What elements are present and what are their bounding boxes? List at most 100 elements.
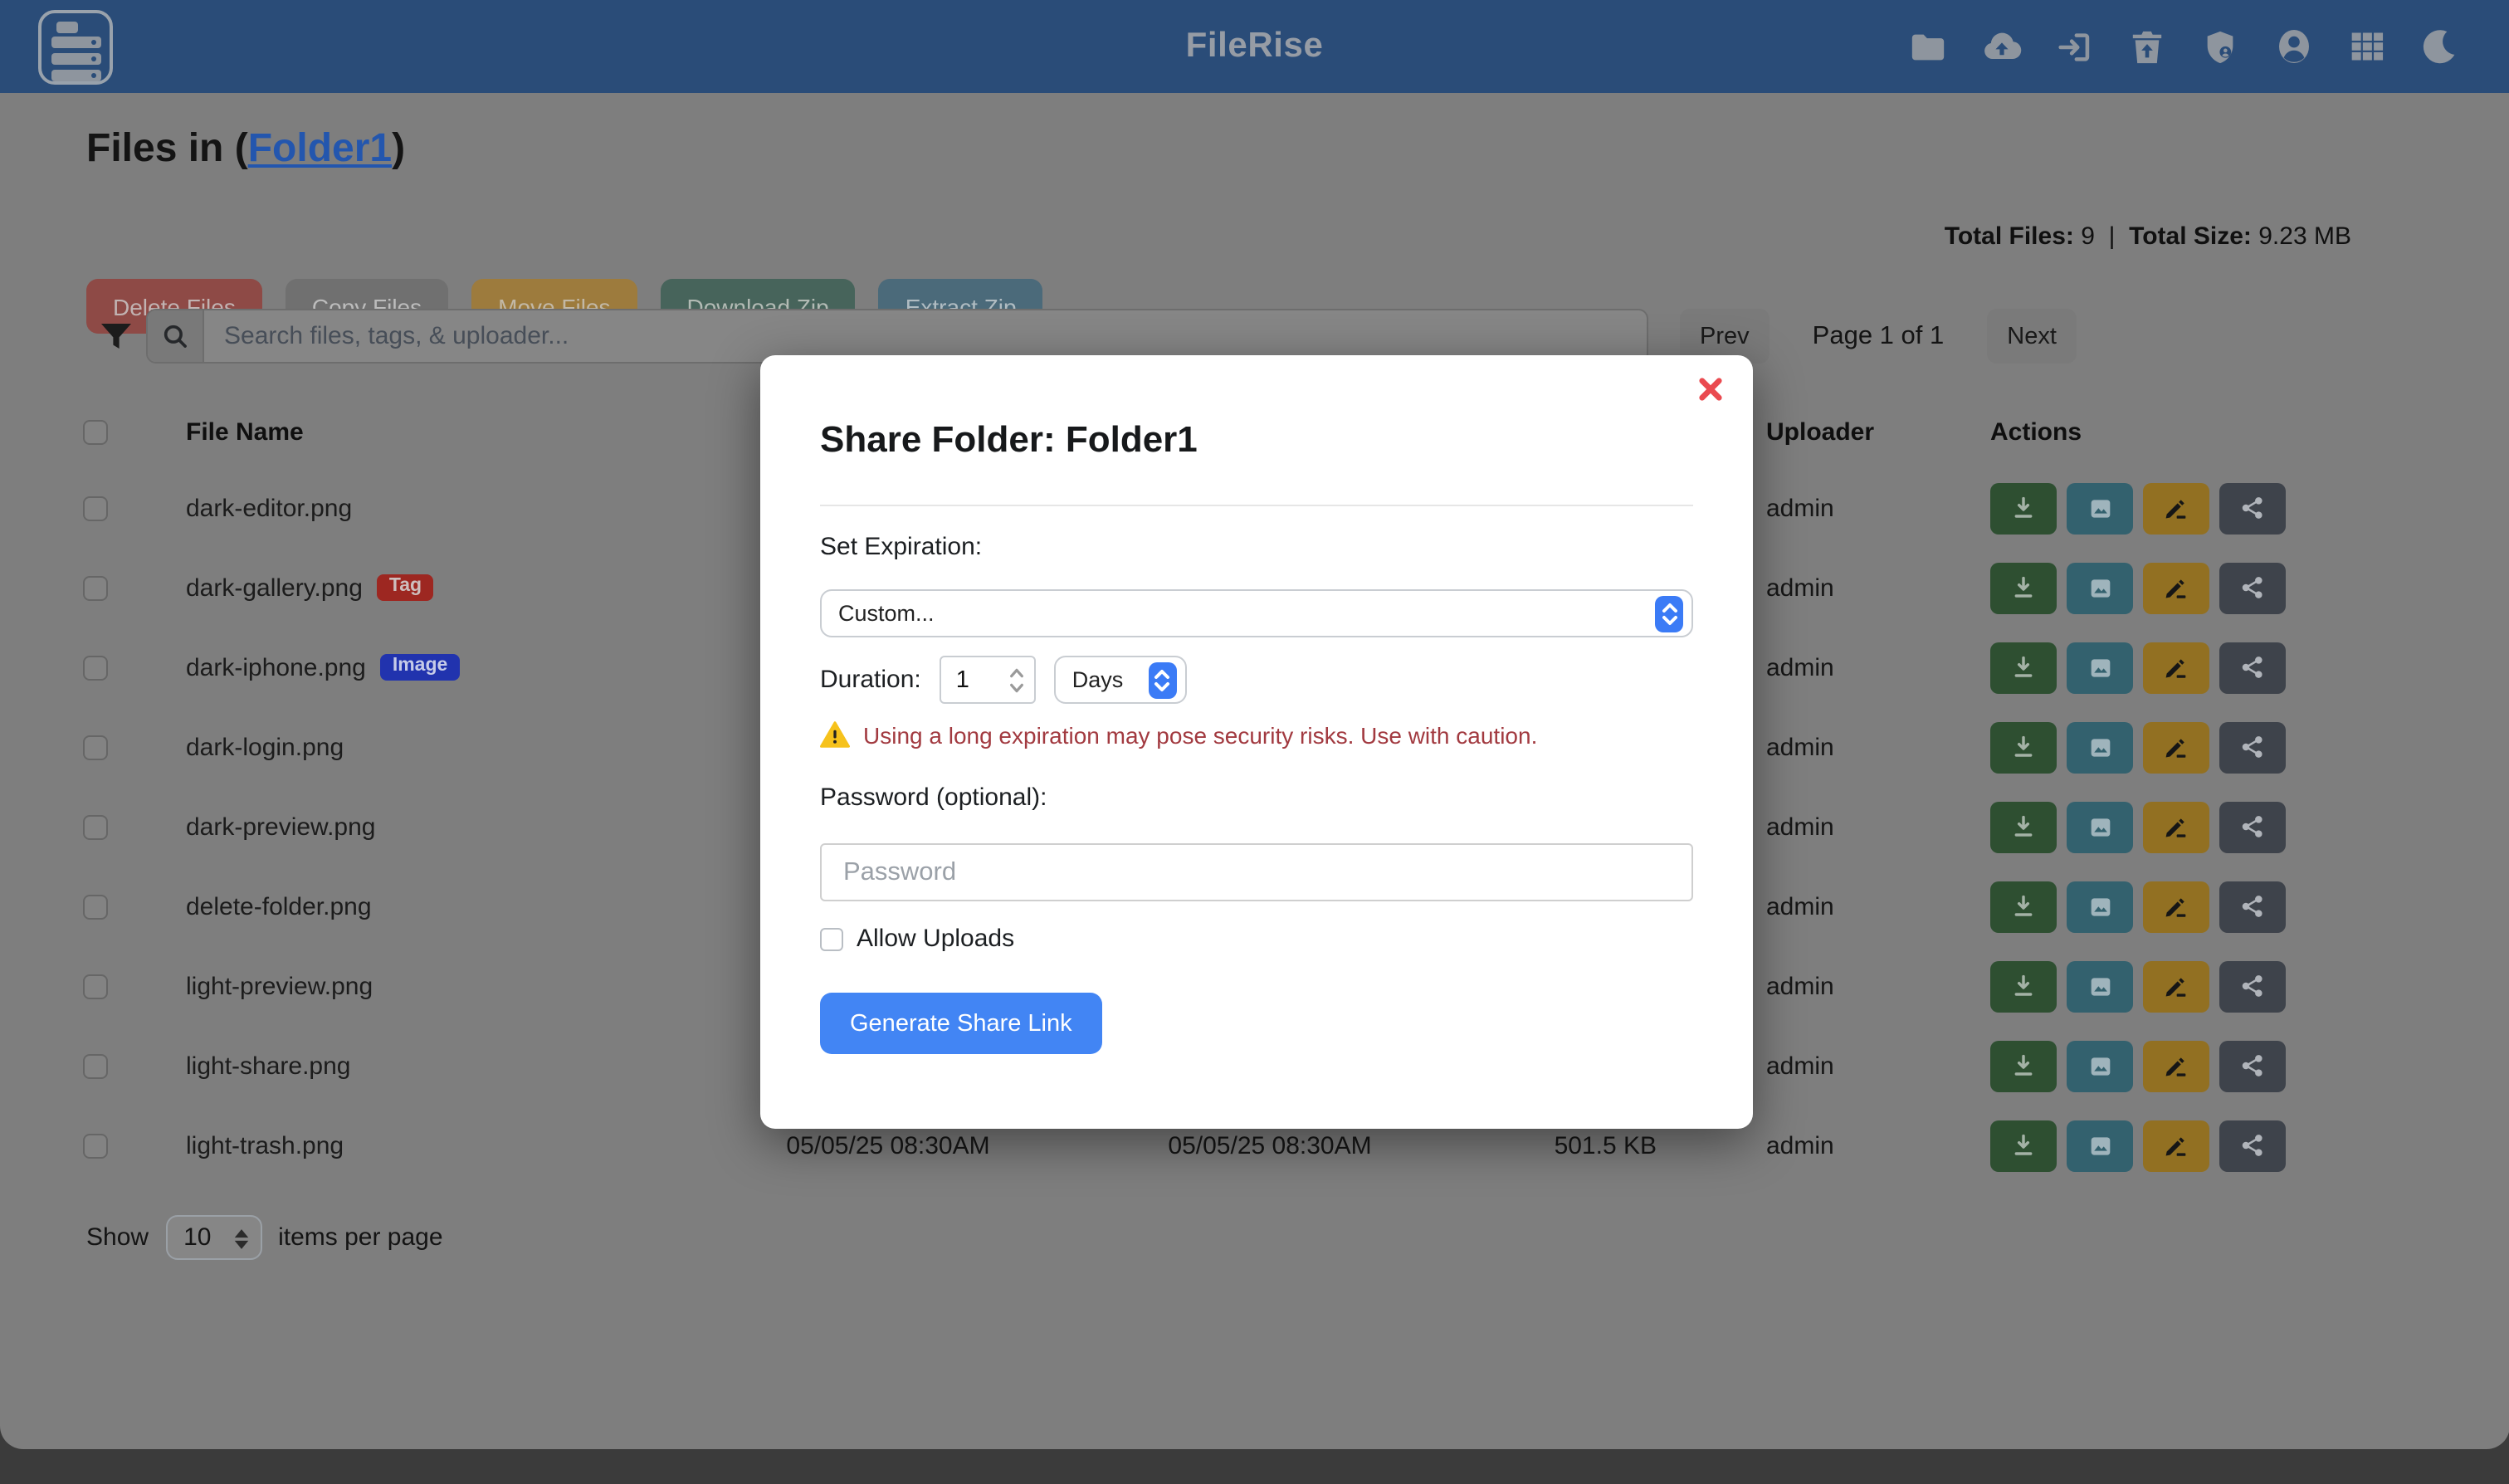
- duration-unit-select[interactable]: Days: [1054, 656, 1187, 704]
- share-button[interactable]: [2219, 1120, 2286, 1171]
- preview-image-button[interactable]: [2067, 482, 2133, 534]
- share-button[interactable]: [2219, 642, 2286, 693]
- edit-button[interactable]: [2143, 960, 2209, 1012]
- column-uploader: Uploader: [1726, 417, 1959, 446]
- search-icon: [148, 310, 204, 362]
- file-size: 501.5 KB: [1461, 1131, 1726, 1159]
- file-badge: Image: [381, 654, 460, 681]
- preview-image-button[interactable]: [2067, 881, 2133, 932]
- share-folder-modal: Share Folder: Folder1 Set Expiration: Cu…: [760, 355, 1753, 1129]
- edit-button[interactable]: [2143, 562, 2209, 613]
- row-checkbox[interactable]: [83, 814, 108, 839]
- column-file-name: File Name: [149, 417, 697, 446]
- items-per-page-select[interactable]: 10: [165, 1215, 261, 1260]
- edit-button[interactable]: [2143, 1120, 2209, 1171]
- row-checkbox[interactable]: [83, 1133, 108, 1158]
- page-status: Page 1 of 1: [1813, 321, 1945, 351]
- expiration-warning: Using a long expiration may pose securit…: [820, 720, 1693, 749]
- expiration-select[interactable]: Custom...: [820, 589, 1693, 637]
- column-actions: Actions: [1959, 417, 2443, 446]
- share-button[interactable]: [2219, 721, 2286, 773]
- app-root: FileRise: [0, 0, 2509, 1484]
- expiration-label: Set Expiration:: [820, 533, 1693, 561]
- row-checkbox[interactable]: [83, 1053, 108, 1078]
- uploader-name: admin: [1726, 1052, 1959, 1080]
- close-icon[interactable]: [1696, 375, 1726, 405]
- show-label: Show: [86, 1223, 149, 1252]
- totals-summary: Total Files: 9 | Total Size: 9.23 MB: [1945, 222, 2351, 251]
- download-button[interactable]: [1990, 1040, 2057, 1091]
- allow-uploads-row: Allow Uploads: [820, 925, 1693, 953]
- download-button[interactable]: [1990, 960, 2057, 1012]
- edit-button[interactable]: [2143, 642, 2209, 693]
- download-button[interactable]: [1990, 562, 2057, 613]
- file-name: light-trash.png: [186, 1131, 344, 1159]
- admin-shield-icon[interactable]: [2200, 27, 2240, 66]
- file-name: dark-login.png: [186, 733, 344, 761]
- preview-image-button[interactable]: [2067, 642, 2133, 693]
- password-label: Password (optional):: [820, 783, 1693, 812]
- edit-button[interactable]: [2143, 721, 2209, 773]
- edit-button[interactable]: [2143, 482, 2209, 534]
- row-checkbox[interactable]: [83, 894, 108, 919]
- apps-grid-icon[interactable]: [2346, 27, 2386, 66]
- preview-image-button[interactable]: [2067, 1040, 2133, 1091]
- allow-uploads-label: Allow Uploads: [857, 925, 1014, 953]
- navbar: FileRise: [0, 0, 2509, 93]
- download-button[interactable]: [1990, 642, 2057, 693]
- file-name: light-preview.png: [186, 972, 373, 1000]
- file-name: dark-preview.png: [186, 813, 375, 841]
- download-button[interactable]: [1990, 1120, 2057, 1171]
- download-button[interactable]: [1990, 482, 2057, 534]
- row-checkbox[interactable]: [83, 735, 108, 759]
- file-badge: Tag: [378, 574, 433, 602]
- sign-in-icon[interactable]: [2054, 27, 2094, 66]
- number-spinner-icon: [1008, 666, 1026, 696]
- edit-button[interactable]: [2143, 881, 2209, 932]
- file-name: delete-folder.png: [186, 892, 372, 920]
- share-button[interactable]: [2219, 881, 2286, 932]
- row-checkbox[interactable]: [83, 655, 108, 680]
- download-button[interactable]: [1990, 801, 2057, 852]
- preview-image-button[interactable]: [2067, 1120, 2133, 1171]
- folder-icon[interactable]: [1908, 27, 1948, 66]
- warning-icon: [820, 720, 850, 749]
- uploader-name: admin: [1726, 733, 1959, 761]
- row-checkbox[interactable]: [83, 575, 108, 600]
- edit-button[interactable]: [2143, 801, 2209, 852]
- user-icon[interactable]: [2273, 27, 2313, 66]
- download-button[interactable]: [1990, 721, 2057, 773]
- preview-image-button[interactable]: [2067, 801, 2133, 852]
- edit-button[interactable]: [2143, 1040, 2209, 1091]
- select-spinner-icon: [232, 1227, 250, 1252]
- share-button[interactable]: [2219, 562, 2286, 613]
- divider: [820, 505, 1693, 506]
- preview-image-button[interactable]: [2067, 960, 2133, 1012]
- cloud-upload-icon[interactable]: [1981, 27, 2021, 66]
- uploader-name: admin: [1726, 813, 1959, 841]
- folder-breadcrumb-link[interactable]: Folder1: [248, 126, 392, 171]
- row-checkbox[interactable]: [83, 495, 108, 520]
- filter-icon[interactable]: [96, 317, 136, 357]
- share-button[interactable]: [2219, 801, 2286, 852]
- file-name: dark-gallery.png: [186, 574, 363, 602]
- preview-image-button[interactable]: [2067, 562, 2133, 613]
- next-page-button[interactable]: Next: [1987, 309, 2077, 364]
- duration-input[interactable]: [940, 656, 1036, 704]
- dark-mode-moon-icon[interactable]: [2419, 27, 2459, 66]
- share-button[interactable]: [2219, 1040, 2286, 1091]
- generate-share-link-button[interactable]: Generate Share Link: [820, 993, 1102, 1054]
- row-checkbox[interactable]: [83, 974, 108, 998]
- preview-image-button[interactable]: [2067, 721, 2133, 773]
- share-button[interactable]: [2219, 960, 2286, 1012]
- search-input[interactable]: [204, 310, 1647, 362]
- share-button[interactable]: [2219, 482, 2286, 534]
- uploader-name: admin: [1726, 972, 1959, 1000]
- download-button[interactable]: [1990, 881, 2057, 932]
- date-modified: 05/05/25 08:30AM: [697, 1131, 1079, 1159]
- share-password-input[interactable]: [820, 843, 1693, 901]
- select-all-checkbox[interactable]: [83, 419, 108, 444]
- trash-restore-icon[interactable]: [2127, 27, 2167, 66]
- allow-uploads-checkbox[interactable]: [820, 927, 843, 950]
- per-page-suffix: items per page: [278, 1223, 442, 1252]
